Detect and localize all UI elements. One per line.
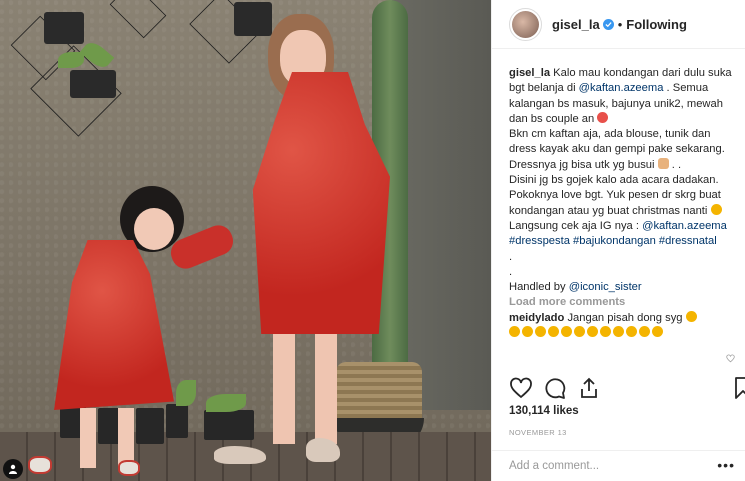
avatar[interactable] xyxy=(509,7,542,41)
bookmark-icon[interactable] xyxy=(731,376,745,400)
crying-emoji-icon xyxy=(522,326,533,338)
pot xyxy=(70,70,116,98)
post-photo[interactable] xyxy=(0,0,491,481)
caption-text: . . xyxy=(671,158,682,171)
crying-emoji-icon xyxy=(561,326,572,338)
comment-text: Jangan pisah dong syg xyxy=(567,311,683,324)
emoji-row xyxy=(509,326,739,341)
floor-pot xyxy=(166,404,188,438)
crying-emoji-icon xyxy=(652,326,663,338)
comment-author[interactable]: meidylado xyxy=(509,312,564,324)
caption-text: . xyxy=(666,82,670,95)
pot xyxy=(234,2,272,36)
more-options-icon[interactable]: ••• xyxy=(717,457,735,473)
separator-dot: • xyxy=(617,16,623,32)
post-sidebar: gisel_la • Following gisel_la Kalo mau k… xyxy=(491,0,745,481)
woman-legs xyxy=(265,334,345,444)
header-username[interactable]: gisel_la xyxy=(552,17,600,32)
comment-icon[interactable] xyxy=(543,376,567,400)
load-more-comments-button[interactable]: Load more comments xyxy=(509,295,739,310)
following-button[interactable]: Following xyxy=(626,17,687,32)
comments-section: gisel_la Kalo mau kondangan dari dulu su… xyxy=(509,66,739,366)
heart-icon[interactable] xyxy=(509,376,533,400)
crying-emoji-icon xyxy=(626,326,637,338)
caption: gisel_la Kalo mau kondangan dari dulu su… xyxy=(509,66,739,295)
girl-shoe xyxy=(28,456,52,474)
share-icon[interactable] xyxy=(577,376,601,400)
girl-shoe xyxy=(118,460,140,476)
girl-face xyxy=(134,208,174,250)
caption-text: Disini jg bs gojek kalo ada acara dadaka… xyxy=(509,174,719,187)
caption-text: Pokoknya love bgt. Yuk pesen dr skrg bua… xyxy=(509,189,721,217)
crying-emoji-icon xyxy=(613,326,624,338)
crying-emoji-icon xyxy=(587,326,598,338)
instagram-post: gisel_la • Following gisel_la Kalo mau k… xyxy=(0,0,745,481)
hashtags[interactable]: #dresspesta #bajukondangan #dressnatal xyxy=(509,235,717,247)
caption-separator: . xyxy=(509,265,513,278)
plant-leaf xyxy=(58,52,84,68)
crying-emoji-icon xyxy=(509,326,520,338)
caption-separator: . xyxy=(509,250,513,263)
caption-text: Dressnya jg bisa utk yg busui xyxy=(509,158,655,171)
pot xyxy=(44,12,84,44)
action-bar xyxy=(509,376,745,402)
girl-legs xyxy=(78,408,148,468)
heart-eyes-emoji-icon xyxy=(597,111,609,123)
caption-text: Handled by xyxy=(509,281,566,294)
plant-leaf xyxy=(206,394,246,412)
post-date[interactable]: NOVEMBER 13 xyxy=(509,428,567,437)
floor-pot xyxy=(204,410,254,440)
comment-like-heart-icon[interactable] xyxy=(726,350,735,368)
caption-text: Bkn cm kaftan aja, ada blouse, tunik dan… xyxy=(509,128,725,156)
mention-link[interactable]: @iconic_sister xyxy=(569,281,642,293)
crying-emoji-icon xyxy=(548,326,559,338)
user-tag-icon[interactable] xyxy=(3,459,23,479)
crying-emoji-icon xyxy=(535,326,546,338)
mention-link[interactable]: @kaftan.azeema xyxy=(579,82,664,94)
caption-text: Langsung cek aja IG nya : xyxy=(509,219,639,232)
comment: meidylado Jangan pisah dong syg xyxy=(509,310,739,326)
verified-badge-icon xyxy=(602,18,614,30)
woman-shoe xyxy=(214,446,266,464)
add-comment-input[interactable]: Add a comment... xyxy=(492,450,745,481)
crying-emoji-icon xyxy=(685,310,697,322)
like-count[interactable]: 130,114 likes xyxy=(509,405,579,417)
crying-emoji-icon xyxy=(639,326,650,338)
mention-link[interactable]: @kaftan.azeema xyxy=(642,220,727,232)
crying-emoji-icon xyxy=(600,326,611,338)
crying-emoji-icon xyxy=(574,326,585,338)
plant-leaf xyxy=(176,380,196,406)
thumbs-up-emoji-icon xyxy=(657,157,669,169)
caption-author[interactable]: gisel_la xyxy=(509,67,550,79)
kiss-emoji-icon xyxy=(710,203,722,215)
post-header: gisel_la • Following xyxy=(492,0,745,49)
